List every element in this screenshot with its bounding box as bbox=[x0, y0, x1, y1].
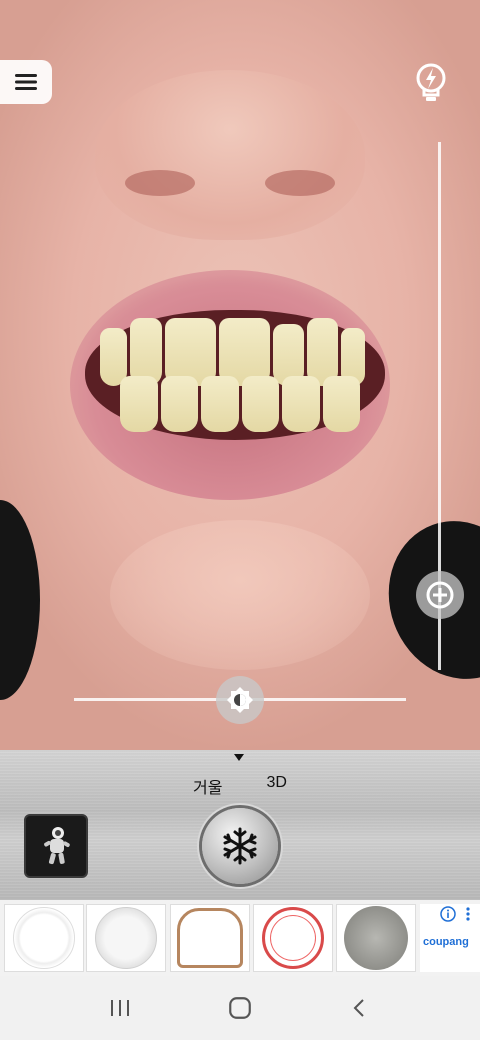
ad-brand-label[interactable]: coupang bbox=[423, 936, 469, 948]
nostril-right bbox=[265, 170, 335, 196]
tab-mirror[interactable]: 거울 bbox=[189, 772, 226, 800]
nose bbox=[95, 70, 365, 240]
lightbulb-flash-icon bbox=[416, 63, 446, 101]
zoom-slider-handle[interactable] bbox=[416, 571, 464, 619]
camera-control-panel: 거울 3D bbox=[0, 750, 480, 900]
chin bbox=[110, 520, 370, 670]
back-icon bbox=[353, 999, 364, 1017]
gallery-thumbnail-button[interactable] bbox=[24, 814, 88, 878]
tab-3d[interactable]: 3D bbox=[263, 772, 291, 800]
shutter-button[interactable] bbox=[202, 808, 278, 884]
ad-product-plate-1[interactable] bbox=[4, 904, 84, 972]
menu-button[interactable] bbox=[0, 60, 52, 104]
ad-controls bbox=[440, 906, 470, 922]
mode-tabs: 거울 3D bbox=[0, 772, 480, 800]
system-nav-bar bbox=[0, 976, 480, 1040]
astronaut-thumbnail bbox=[44, 827, 70, 865]
brightness-icon bbox=[227, 687, 253, 713]
recent-apps-button[interactable] bbox=[100, 988, 140, 1028]
ad-product-plate-grey[interactable] bbox=[336, 904, 416, 972]
more-vertical-icon bbox=[466, 907, 470, 911]
brightness-slider-handle[interactable] bbox=[216, 676, 264, 724]
nostril-left bbox=[125, 170, 195, 196]
ad-banner[interactable]: coupang bbox=[0, 900, 480, 976]
ad-product-toast-plate[interactable] bbox=[170, 904, 250, 972]
lower-teeth bbox=[120, 376, 360, 432]
recent-apps-icon bbox=[111, 1000, 129, 1016]
camera-preview[interactable] bbox=[0, 0, 480, 750]
zoom-plus-icon bbox=[426, 581, 454, 609]
hamburger-menu-icon bbox=[15, 74, 37, 90]
snowflake-icon bbox=[223, 827, 257, 865]
home-icon bbox=[229, 997, 251, 1019]
collapse-arrow-icon[interactable] bbox=[234, 754, 244, 761]
ad-product-plate-red-rim[interactable] bbox=[253, 904, 333, 972]
ad-product-plate-2[interactable] bbox=[86, 904, 166, 972]
home-button[interactable] bbox=[220, 988, 260, 1028]
hair-left bbox=[0, 500, 40, 700]
back-button[interactable] bbox=[340, 988, 380, 1028]
flash-button[interactable] bbox=[414, 62, 448, 104]
